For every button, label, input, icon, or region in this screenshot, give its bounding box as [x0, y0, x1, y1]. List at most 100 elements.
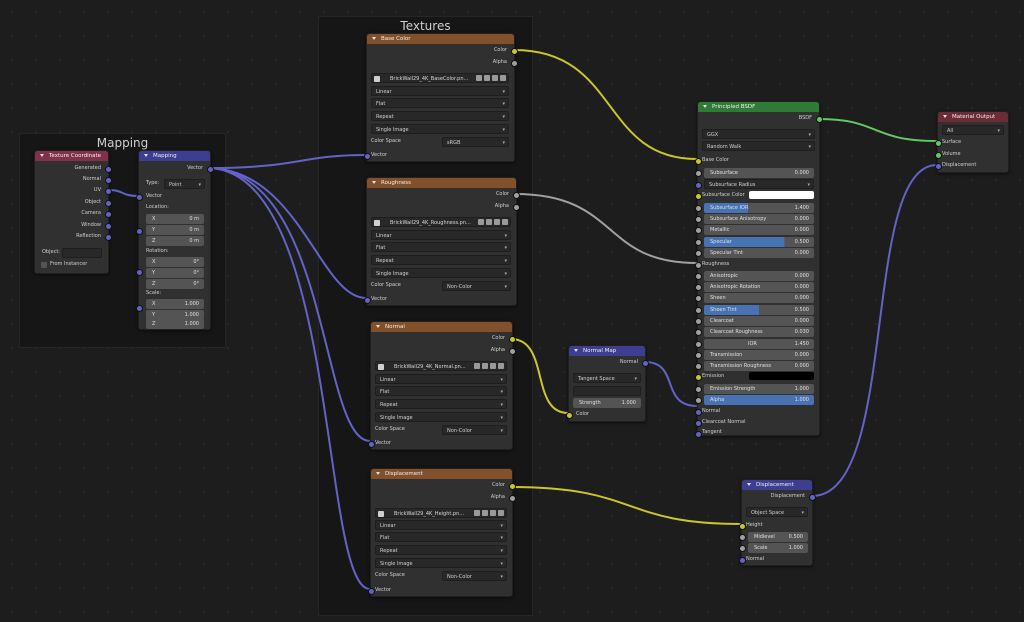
displacement-midlevel-socket[interactable] [739, 534, 746, 541]
normal-tex-image-selector[interactable]: BrickWall29_4K_Normal.pn... [375, 361, 507, 371]
fake-user-icon[interactable] [474, 510, 480, 516]
close-icon[interactable] [498, 363, 504, 369]
displacement-node[interactable]: Displacement Displacement Object Space ▾ … [739, 479, 816, 566]
bsdf-emission-swatch[interactable] [749, 372, 814, 380]
disp-tex-colorspace[interactable]: Non-Color ▾ [442, 571, 507, 581]
bsdf-transmission-socket[interactable] [695, 352, 702, 359]
bsdf-subsurface-socket[interactable] [695, 170, 702, 177]
rotation-z[interactable]: Z 0° [146, 279, 204, 289]
roughness-extension[interactable]: Repeat ▾ [371, 255, 511, 265]
roughness-header[interactable]: Roughness [367, 178, 516, 188]
displacement-midlevel[interactable]: Midlevel 0.500 [748, 532, 808, 542]
disp-tex-image-selector[interactable]: BrickWall29_4K_Height.pn... [375, 508, 507, 518]
normal-tex-color-socket[interactable] [509, 336, 516, 343]
socket-window[interactable] [105, 223, 112, 230]
object-picker[interactable] [62, 248, 102, 258]
duplicate-icon[interactable] [484, 75, 490, 81]
disp-tex-color-socket[interactable] [509, 483, 516, 490]
folder-icon[interactable] [490, 363, 496, 369]
bsdf-anisotropic-socket[interactable] [695, 273, 702, 280]
bsdf-tangent-socket[interactable] [695, 431, 702, 438]
mapping-node[interactable]: Mapping Vector Type: Point ▾ Vector Locat… [136, 150, 214, 330]
bsdf-header[interactable]: Principled BSDF [698, 102, 819, 112]
bsdf-sheen-socket[interactable] [695, 295, 702, 302]
bsdf-roughness-socket[interactable] [695, 262, 702, 269]
disp-tex-extension[interactable]: Repeat ▾ [375, 545, 507, 555]
bsdf-metallic[interactable]: Metallic 0.000 [704, 225, 814, 235]
duplicate-icon[interactable] [482, 510, 488, 516]
normal-map-node[interactable]: Normal Map Normal Tangent Space ▾ Strengt… [566, 345, 649, 422]
texture-coordinate-node[interactable]: Texture Coordinate Generated Normal UV O… [34, 150, 112, 274]
normal-map-strength[interactable]: Strength 1.000 [573, 398, 641, 408]
normal-map-header[interactable]: Normal Map [569, 346, 645, 356]
disp-tex-projection[interactable]: Flat ▾ [375, 532, 507, 542]
bsdf-ior[interactable]: IOR 1.450 [704, 339, 814, 349]
bsdf-subsurface-radius-socket[interactable] [695, 182, 702, 189]
bsdf-sss-aniso-socket[interactable] [695, 216, 702, 223]
principled-bsdf-node[interactable]: Principled BSDF BSDF GGX ▾ Random Walk ▾ B… [695, 101, 823, 438]
mapping-type-dropdown[interactable]: Point ▾ [164, 179, 205, 189]
bsdf-specular-tint-socket[interactable] [695, 250, 702, 257]
from-instancer-checkbox[interactable] [41, 262, 47, 268]
basecolor-header[interactable]: Base Color [367, 34, 514, 44]
bsdf-clearcoat-rough-socket[interactable] [695, 329, 702, 336]
bsdf-alpha[interactable]: Alpha 1.000 [704, 395, 814, 405]
mapping-out-socket[interactable] [207, 166, 214, 173]
bsdf-subsurface-radius[interactable]: Subsurface Radius ▾ [704, 179, 814, 189]
roughness-vector-socket[interactable] [364, 297, 371, 304]
normal-tex-extension[interactable]: Repeat ▾ [375, 399, 507, 409]
socket-object[interactable] [105, 200, 112, 207]
bsdf-clearcoat[interactable]: Clearcoat 0.000 [704, 316, 814, 326]
material-output-target[interactable]: All ▾ [942, 125, 1004, 135]
bsdf-ior-socket[interactable] [695, 341, 702, 348]
roughness-interpolation[interactable]: Linear ▾ [371, 230, 511, 240]
bsdf-subsurface-color-swatch[interactable] [749, 191, 814, 199]
bsdf-clearcoat-roughness[interactable]: Clearcoat Roughness 0.030 [704, 327, 814, 337]
bsdf-sheen-tint[interactable]: Sheen Tint 0.500 [704, 305, 814, 315]
duplicate-icon[interactable] [486, 219, 492, 225]
roughness-color-socket[interactable] [513, 192, 520, 199]
scale-x[interactable]: X 1.000 [146, 299, 204, 309]
bsdf-subsurface-ior[interactable]: Subsurface IOR 1.400 [704, 203, 814, 213]
socket-reflection[interactable] [105, 234, 112, 241]
scale-socket[interactable] [136, 305, 143, 312]
basecolor-interpolation[interactable]: Linear ▾ [371, 86, 509, 96]
output-volume-socket[interactable] [935, 152, 942, 159]
bsdf-transmission[interactable]: Transmission 0.000 [704, 350, 814, 360]
normal-map-out-socket[interactable] [642, 360, 649, 367]
bsdf-emission-strength[interactable]: Emission Strength 1.000 [704, 384, 814, 394]
close-icon[interactable] [502, 219, 508, 225]
bsdf-specular-socket[interactable] [695, 239, 702, 246]
location-socket[interactable] [136, 228, 143, 235]
displacement-height-socket[interactable] [739, 523, 746, 530]
bsdf-emission-strength-socket[interactable] [695, 386, 702, 393]
mapping-in-socket[interactable] [136, 194, 143, 201]
output-surface-socket[interactable] [935, 140, 942, 147]
bsdf-alpha-socket[interactable] [695, 397, 702, 404]
bsdf-sss-ior-socket[interactable] [695, 205, 702, 212]
fake-user-icon[interactable] [478, 219, 484, 225]
bsdf-sheen-tint-socket[interactable] [695, 307, 702, 314]
basecolor-color-socket[interactable] [511, 48, 518, 55]
bsdf-subsurface-anisotropy[interactable]: Subsurface Anisotropy 0.000 [704, 214, 814, 224]
basecolor-image-selector[interactable]: BrickWall29_4K_BaseColor.pn... [371, 73, 509, 83]
bsdf-anisotropic[interactable]: Anisotropic 0.000 [704, 271, 814, 281]
bsdf-transmission-roughness[interactable]: Transmission Roughness 0.000 [704, 361, 814, 371]
bsdf-transmission-rough-socket[interactable] [695, 363, 702, 370]
location-z[interactable]: Z 0 m [146, 236, 204, 246]
bsdf-subsurface-color-socket[interactable] [695, 193, 702, 200]
bsdf-emission-socket[interactable] [695, 374, 702, 381]
normal-tex-projection[interactable]: Flat ▾ [375, 386, 507, 396]
bsdf-distribution[interactable]: GGX ▾ [702, 129, 815, 139]
socket-generated[interactable] [105, 166, 112, 173]
disp-tex-interpolation[interactable]: Linear ▾ [375, 520, 507, 530]
rotation-y[interactable]: Y 0° [146, 268, 204, 278]
bsdf-metallic-socket[interactable] [695, 227, 702, 234]
bsdf-aniso-rot-socket[interactable] [695, 284, 702, 291]
bsdf-basecolor-socket[interactable] [695, 158, 702, 165]
basecolor-extension[interactable]: Repeat ▾ [371, 111, 509, 121]
disp-tex-vector-socket[interactable] [368, 588, 375, 595]
scale-z[interactable]: Z 1.000 [146, 319, 204, 329]
displacement-normal-socket[interactable] [739, 557, 746, 564]
image-texture-normal-node[interactable]: Normal Color Alpha BrickWall29_4K_Normal… [368, 321, 516, 450]
